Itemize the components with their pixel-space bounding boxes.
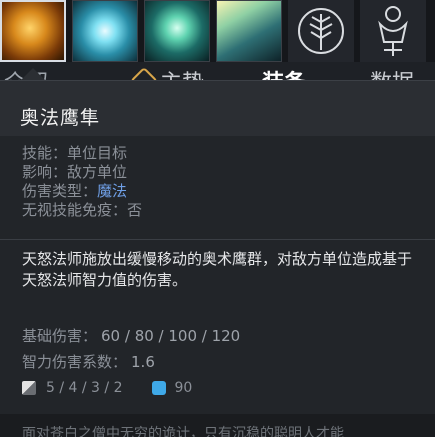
- ability-icon-strip: [0, 0, 435, 62]
- ability-icon-ancient-seal[interactable]: [144, 0, 210, 62]
- prop-ability-label: 技能：: [22, 144, 68, 162]
- ability-tooltip: 奥法鹰隼 技能：单位目标 影响：敌方单位 伤害类型：魔法 无视技能免疫：否 天怒…: [0, 80, 435, 437]
- stat-base-damage-value: 60 / 80 / 100 / 120: [101, 327, 241, 345]
- cooldown-value: 5 / 4 / 3 / 2: [46, 380, 123, 396]
- ability-description: 天怒法师施放出缓慢移动的奥术鹰群，对敌方单位造成基于天怒法师智力值的伤害。: [22, 250, 413, 289]
- tooltip-divider: [0, 239, 435, 240]
- ability-title: 奥法鹰隼: [20, 107, 101, 129]
- hero-abilities-screen: 介绍 主势 装备 数据 奥法鹰隼 技能：单位目标 影响：敌方单位 伤害类型：魔法: [0, 0, 435, 437]
- ability-stats: 基础伤害： 60 / 80 / 100 / 120 智力伤害系数： 1.6: [22, 323, 240, 375]
- cooldown-icon: [22, 381, 36, 395]
- stat-base-damage-row: 基础伤害： 60 / 80 / 100 / 120: [22, 323, 240, 349]
- prop-affects-row: 影响：敌方单位: [22, 163, 142, 182]
- prop-damage-type-label: 伤害类型：: [22, 182, 98, 200]
- prop-pierce-row: 无视技能免疫：否: [22, 201, 142, 220]
- ability-icon-arcane-bolt[interactable]: [0, 0, 66, 62]
- ability-properties: 技能：单位目标 影响：敌方单位 伤害类型：魔法 无视技能免疫：否: [22, 144, 142, 220]
- prop-ability-value: 单位目标: [67, 144, 128, 162]
- stat-int-multiplier-label: 智力伤害系数：: [22, 353, 128, 371]
- prop-pierce-label: 无视技能免疫：: [22, 201, 128, 219]
- stat-int-multiplier-row: 智力伤害系数： 1.6: [22, 349, 240, 375]
- prop-damage-type-row: 伤害类型：魔法: [22, 182, 142, 201]
- stat-base-damage-label: 基础伤害：: [22, 327, 98, 345]
- ability-lore: 面对苍白之僧中无穷的诡计，只有沉稳的聪明人才能: [22, 426, 344, 437]
- aghanim-scepter-icon[interactable]: [360, 0, 426, 62]
- mana-cost-value: 90: [174, 380, 193, 396]
- stat-int-multiplier-value: 1.6: [131, 353, 155, 371]
- mana-icon: [152, 381, 167, 395]
- prop-ability-row: 技能：单位目标: [22, 144, 142, 163]
- prop-affects-label: 影响：: [22, 163, 68, 181]
- ability-icon-concussive-shot[interactable]: [72, 0, 138, 62]
- ability-costs: 5 / 4 / 3 / 2 90: [22, 379, 192, 397]
- prop-pierce-value: 否: [127, 201, 143, 219]
- prop-damage-type-value: 魔法: [97, 182, 128, 200]
- ability-icon-mystic-flare[interactable]: [216, 0, 282, 62]
- talent-tree-icon[interactable]: [288, 0, 354, 62]
- prop-affects-value: 敌方单位: [67, 163, 128, 181]
